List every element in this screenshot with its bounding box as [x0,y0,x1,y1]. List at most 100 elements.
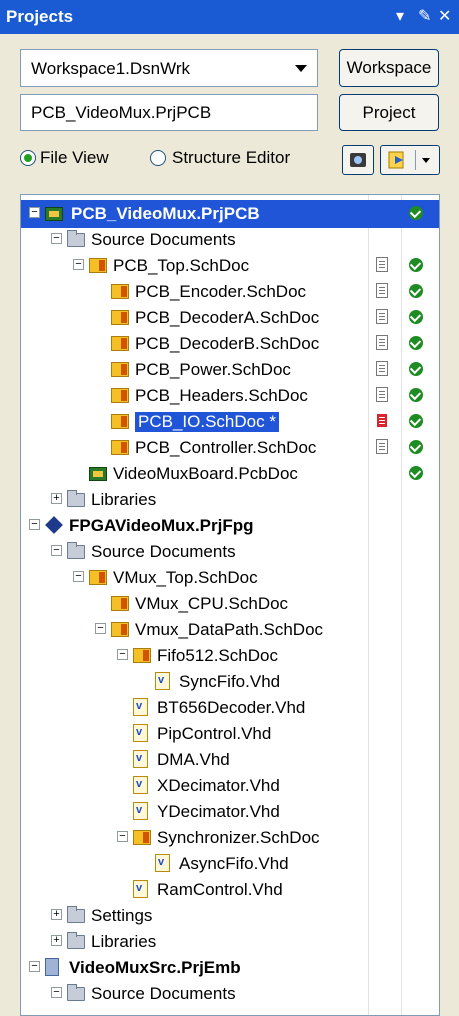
expand-icon[interactable]: + [51,493,62,504]
schematic-icon [89,570,107,585]
tree-row[interactable]: BT656Decoder.Vhd [21,694,439,722]
tree-item-label: Source Documents [91,984,236,1003]
tree-row[interactable]: DMA.Vhd [21,746,439,774]
tree-row[interactable]: − Fifo512.SchDoc [21,642,439,670]
compiled-check-icon [409,466,423,480]
document-icon [376,257,388,272]
schematic-icon [111,336,129,351]
tree-item-label: DMA.Vhd [157,750,230,769]
structure-editor-label[interactable]: Structure Editor [172,148,290,168]
pcb-doc-icon [89,467,107,481]
chevron-down-icon[interactable] [295,65,307,72]
project-field[interactable]: PCB_VideoMux.PrjPCB [20,94,318,131]
modified-document-icon [376,413,388,428]
tree-row[interactable]: + Settings [21,902,439,930]
collapse-icon[interactable]: − [95,623,106,634]
tree-row[interactable]: − PCB_VideoMux.PrjPCB [21,200,439,228]
tree-item-label: PCB_Headers.SchDoc [135,386,308,405]
collapse-icon[interactable]: − [51,233,62,244]
tree-row[interactable]: XDecimator.Vhd [21,772,439,800]
tree-row[interactable]: − Source Documents [21,226,439,254]
compiled-check-icon [409,388,423,402]
expand-icon[interactable]: + [51,935,62,946]
tree-row[interactable]: AsyncFifo.Vhd [21,850,439,878]
tree-row[interactable]: PCB_DecoderA.SchDoc [21,304,439,332]
tree-item-label: PCB_VideoMux.PrjPCB [71,204,260,223]
collapse-icon[interactable]: − [73,259,84,270]
collapse-icon[interactable]: − [29,207,40,218]
schematic-icon [111,440,129,455]
tree-row[interactable]: − PCB_Top.SchDoc [21,252,439,280]
tree-item-label: Synchronizer.SchDoc [157,828,320,847]
project-tree[interactable]: − PCB_VideoMux.PrjPCB − Source Documents − PC… [20,194,440,1016]
tree-row[interactable]: PCB_Power.SchDoc [21,356,439,384]
schematic-icon [133,830,151,845]
project-options-button[interactable] [380,145,440,175]
tree-row[interactable]: + Libraries [21,928,439,956]
tree-row[interactable]: − Synchronizer.SchDoc [21,824,439,852]
collapse-icon[interactable]: − [117,831,128,842]
vhdl-icon [133,880,148,898]
workspace-combo-value: Workspace1.DsnWrk [31,59,191,78]
folder-icon [67,932,85,949]
document-icon [376,361,388,376]
tree-item-label: Fifo512.SchDoc [157,646,278,665]
collapse-icon[interactable]: − [51,545,62,556]
project-field-value: PCB_VideoMux.PrjPCB [31,103,212,122]
tree-row[interactable]: − Source Documents [21,538,439,566]
schematic-icon [111,388,129,403]
tree-row[interactable]: PipControl.Vhd [21,720,439,748]
tree-row[interactable]: PCB_Encoder.SchDoc [21,278,439,306]
projects-panel: Workspace1.DsnWrk Workspace PCB_VideoMux… [0,34,459,1016]
vhdl-icon [133,750,148,768]
tree-row[interactable]: − Vmux_DataPath.SchDoc [21,616,439,644]
tree-item-label: SyncFifo.Vhd [179,672,281,691]
collapse-icon[interactable]: − [29,519,40,530]
compile-button[interactable] [342,145,374,175]
tree-row[interactable]: − Source Documents [21,980,439,1008]
expand-icon[interactable]: + [51,909,62,920]
tree-item-label: PipControl.Vhd [157,724,272,743]
file-view-label[interactable]: File View [40,148,109,168]
vhdl-icon [133,776,148,794]
tree-row[interactable]: YDecimator.Vhd [21,798,439,826]
embedded-project-icon [45,958,59,976]
compiled-check-icon [409,440,423,454]
project-button-label: Project [362,103,416,122]
schematic-icon [111,310,129,325]
tree-row[interactable]: VMux_CPU.SchDoc [21,590,439,618]
workspace-combo[interactable]: Workspace1.DsnWrk [20,49,318,87]
tree-row[interactable]: PCB_DecoderB.SchDoc [21,330,439,358]
schematic-icon [111,362,129,377]
collapse-icon[interactable]: − [29,961,40,972]
tree-row[interactable]: − VMux_Top.SchDoc [21,564,439,592]
tree-item-label: Settings [91,906,153,925]
tree-item-label: FPGAVideoMux.PrjFpg [69,516,254,535]
tree-row[interactable]: PCB_Headers.SchDoc [21,382,439,410]
vhdl-icon [155,854,170,872]
document-icon [376,283,388,298]
project-button[interactable]: Project [339,94,439,131]
compiled-check-icon [409,414,423,428]
tree-row[interactable]: + Libraries [21,486,439,514]
structure-editor-radio[interactable] [150,150,166,166]
tree-item-label: VideoMuxSrc.PrjEmb [69,958,241,977]
tree-row[interactable]: SyncFifo.Vhd [21,668,439,696]
tree-item-label: Libraries [91,932,157,951]
tree-row[interactable]: − FPGAVideoMux.PrjFpg [21,512,439,540]
pin-icon[interactable]: ✎ [418,6,431,26]
file-view-radio[interactable] [20,150,36,166]
tree-item-label: PCB_Top.SchDoc [113,256,250,275]
collapse-icon[interactable]: − [51,987,62,998]
collapse-icon[interactable]: − [73,571,84,582]
tree-row[interactable]: − VideoMuxSrc.PrjEmb [21,954,439,982]
tree-row[interactable]: RamControl.Vhd [21,876,439,904]
close-icon[interactable]: ✕ [438,6,451,26]
tree-item-label: Libraries [91,490,157,509]
tree-row[interactable]: PCB_Controller.SchDoc [21,434,439,462]
workspace-button[interactable]: Workspace [339,49,439,87]
panel-menu-icon[interactable]: ▾ [396,6,404,26]
tree-row[interactable]: VideoMuxBoard.PcbDoc [21,460,439,488]
tree-row[interactable]: PCB_IO.SchDoc * [21,408,439,436]
collapse-icon[interactable]: − [117,649,128,660]
